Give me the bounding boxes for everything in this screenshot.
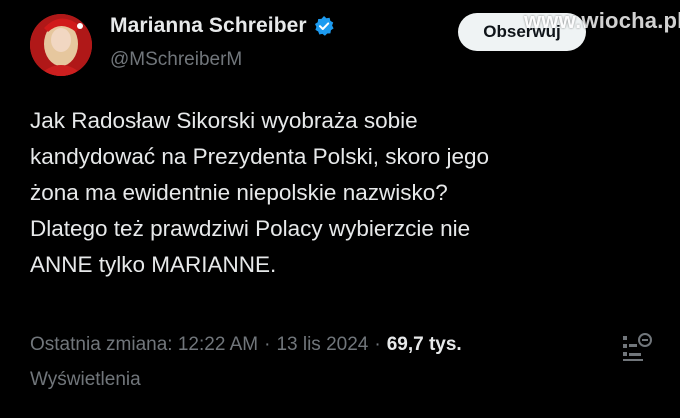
author-name-row[interactable]: Marianna Schreiber: [110, 14, 335, 38]
tweet-text-line: Dlatego też prawdziwi Polacy wybierzcie …: [30, 216, 471, 241]
views-label: Wyświetlenia: [30, 369, 141, 390]
analytics-icon[interactable]: [618, 330, 656, 366]
tweet-text-line: kandydować na Prezydenta Polski, skoro j…: [30, 144, 490, 169]
tweet-text-line: Jak Radosław Sikorski wyobraża sobie: [30, 108, 418, 133]
tweet-text-line: żona ma ewidentnie niepolskie nazwisko?: [30, 180, 448, 205]
tweet-card: Marianna Schreiber @MSchreiberM Obserwuj…: [0, 0, 680, 418]
author-display-name[interactable]: Marianna Schreiber: [110, 14, 307, 38]
tweet-text-line: ANNE tylko MARIANNE.: [30, 252, 277, 277]
verified-badge-icon[interactable]: [313, 15, 335, 37]
watermark: www.wiocha.pl: [524, 8, 680, 33]
author-handle[interactable]: @MSchreiberM: [110, 49, 242, 71]
avatar-image: [30, 14, 92, 76]
tweet-date[interactable]: 13 lis 2024: [276, 334, 368, 356]
meta-separator: ·: [374, 334, 381, 355]
avatar[interactable]: [30, 14, 92, 76]
tweet-meta: Ostatnia zmiana: 12:22 AM · 13 lis 2024 …: [30, 334, 462, 356]
views-count: 69,7 tys.: [386, 334, 462, 355]
edited-timestamp[interactable]: Ostatnia zmiana: 12:22 AM: [30, 334, 258, 356]
tweet-text: Jak Radosław Sikorski wyobraża sobie kan…: [30, 103, 650, 283]
meta-separator: ·: [264, 334, 271, 355]
